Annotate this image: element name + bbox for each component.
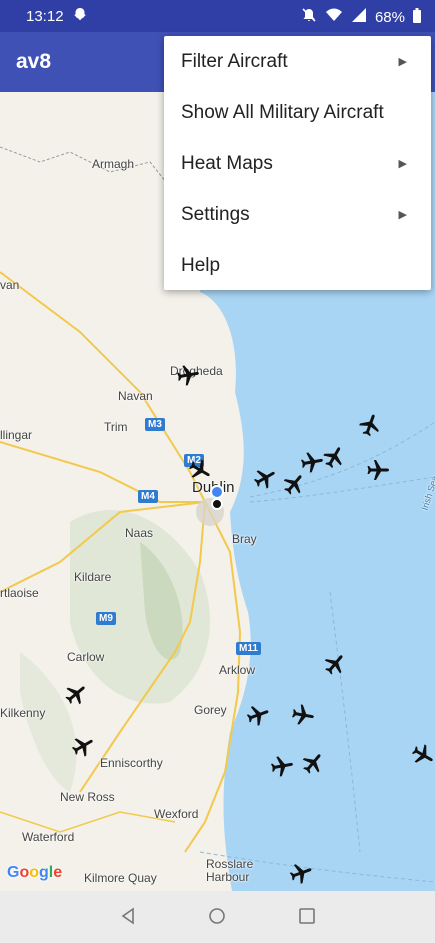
place-carlow: Carlow — [67, 650, 105, 664]
place-bray: Bray — [232, 532, 257, 546]
place-trim: Trim — [104, 420, 128, 434]
current-location-dot — [210, 485, 224, 499]
google-logo: Google — [7, 864, 63, 881]
place-gorey: Gorey — [194, 703, 227, 717]
status-time: 13:12 — [26, 8, 64, 25]
app-title: av8 — [16, 50, 52, 73]
road-m3: M3 — [145, 418, 165, 431]
aircraft-marker[interactable] — [366, 458, 390, 482]
place-kildare: Kildare — [74, 570, 112, 584]
back-icon[interactable] — [118, 906, 138, 926]
menu-item-label: Filter Aircraft — [181, 50, 288, 72]
airport-marker[interactable] — [211, 498, 223, 510]
mute-icon — [301, 7, 317, 27]
submenu-arrow-icon: ▶ — [398, 209, 407, 221]
home-icon[interactable] — [207, 906, 227, 926]
status-bar: 13:12 68% — [0, 0, 435, 32]
menu-item-label: Settings — [181, 203, 250, 225]
place-kilmore: Kilmore Quay — [84, 871, 157, 885]
menu-item-help[interactable]: Help — [164, 240, 431, 291]
aircraft-marker[interactable] — [268, 752, 296, 780]
place-newross: New Ross — [60, 790, 115, 804]
road-m4: M4 — [138, 490, 158, 503]
menu-item-filter-aircraft[interactable]: Filter Aircraft ▶ — [164, 36, 431, 87]
battery-icon — [413, 7, 421, 27]
menu-item-label: Help — [181, 254, 221, 276]
place-arklow: Arklow — [219, 663, 256, 677]
menu-item-heat-maps[interactable]: Heat Maps ▶ — [164, 138, 431, 189]
place-rosslare: Rosslare Harbour — [206, 857, 254, 884]
place-rtlaoise: rtlaoise — [0, 586, 39, 600]
submenu-arrow-icon: ▶ — [398, 158, 407, 170]
place-armagh: Armagh — [92, 157, 135, 171]
road-m11: M11 — [236, 642, 261, 655]
recents-icon[interactable] — [297, 906, 317, 926]
battery-percent: 68% — [374, 8, 405, 26]
signal-icon — [351, 7, 367, 27]
submenu-arrow-icon: ▶ — [398, 56, 407, 68]
menu-item-label: Heat Maps — [181, 152, 273, 174]
road-m9: M9 — [96, 612, 116, 625]
place-navan: Navan — [118, 389, 153, 403]
aircraft-marker[interactable] — [174, 361, 202, 389]
menu-item-show-military[interactable]: Show All Military Aircraft — [164, 87, 431, 138]
snapchat-icon — [72, 7, 88, 27]
place-enniscorthy: Enniscorthy — [100, 756, 163, 770]
place-llingar: llingar — [0, 428, 33, 442]
system-nav-bar — [0, 891, 435, 943]
place-kilkenny: Kilkenny — [0, 706, 46, 720]
menu-item-settings[interactable]: Settings ▶ — [164, 189, 431, 240]
place-wexford: Wexford — [154, 807, 199, 821]
place-naas: Naas — [125, 526, 154, 540]
overflow-menu: Filter Aircraft ▶ Show All Military Airc… — [164, 36, 431, 290]
aircraft-marker[interactable] — [289, 701, 317, 729]
wifi-icon — [325, 7, 343, 27]
place-waterford: Waterford — [22, 830, 75, 844]
menu-item-label: Show All Military Aircraft — [181, 101, 384, 123]
place-van: van — [0, 278, 20, 292]
